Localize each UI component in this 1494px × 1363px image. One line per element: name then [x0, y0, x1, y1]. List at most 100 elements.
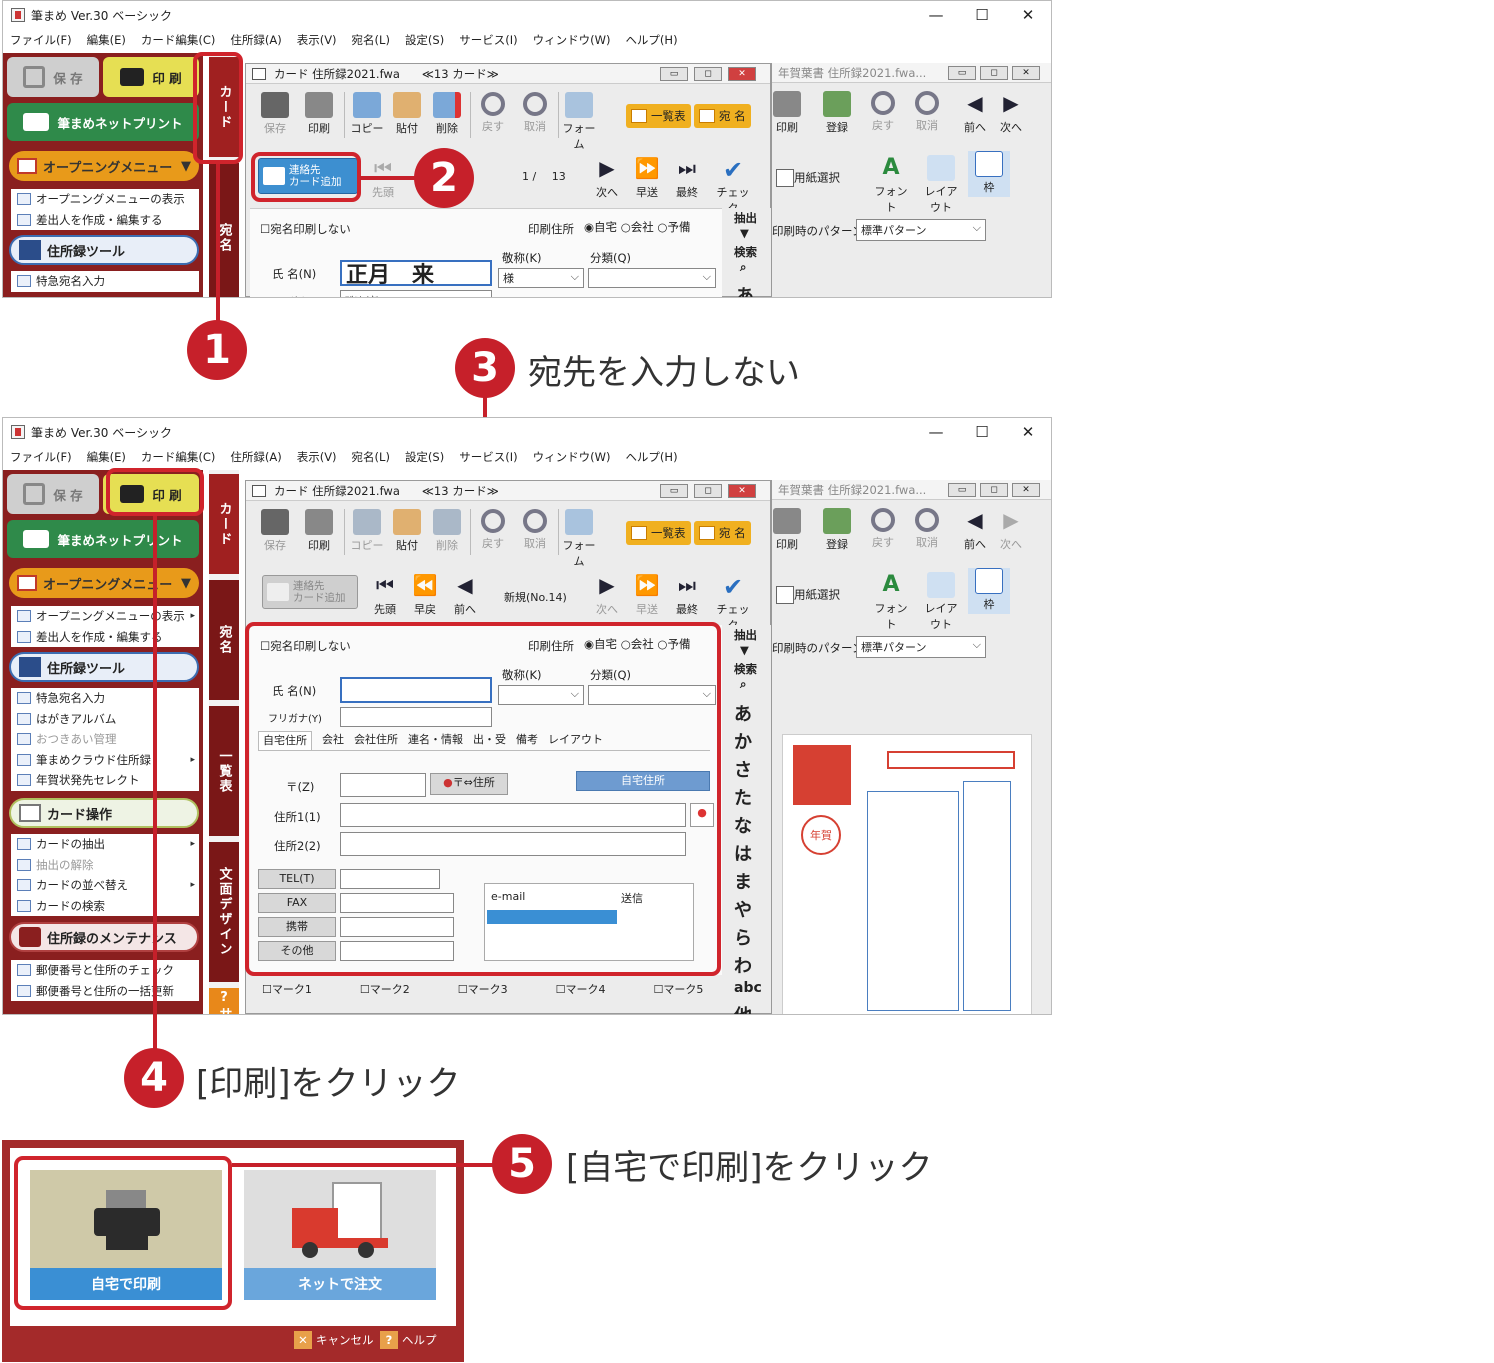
kana-ya[interactable]: や [734, 896, 752, 922]
menu-window[interactable]: ウィンドウ(W) [533, 32, 611, 48]
form-toolbar-button[interactable]: フォーム [558, 509, 600, 569]
list-item[interactable]: 郵便番号と住所のチェック [11, 960, 199, 981]
menu-card-edit[interactable]: カード編集(C) [141, 32, 216, 48]
redo-toolbar-button[interactable]: 取消 [514, 509, 556, 551]
minimize-button[interactable]: ▭ [660, 484, 688, 498]
net-print-button[interactable]: 筆まめネットプリント [7, 520, 199, 558]
kana-ma[interactable]: ま [734, 868, 752, 894]
list-item[interactable]: 差出人を作成・編集する [11, 627, 199, 648]
redo-toolbar-button[interactable]: 取消 [906, 91, 948, 133]
menu-card-edit[interactable]: カード編集(C) [141, 449, 216, 465]
list-item[interactable]: 年賀状発先セレクト [11, 770, 199, 791]
undo-toolbar-button[interactable]: 戻す [472, 509, 514, 551]
kana-a[interactable]: あ [734, 700, 752, 726]
mark3-checkbox[interactable]: ☐マーク3 [458, 981, 508, 997]
paste-toolbar-button[interactable]: 貼付 [386, 92, 428, 136]
cancel-button[interactable]: ✕ キャンセル [294, 1330, 374, 1350]
opening-menu-header[interactable]: オープニングメニュー ▼ [9, 568, 199, 598]
nav-rewind-button[interactable]: ⏪ 早戻 [404, 573, 446, 617]
list-item[interactable]: オープニングメニューの表示 [11, 189, 199, 210]
kana-ha[interactable]: は [734, 840, 752, 866]
nav-prev-button[interactable]: ◀ 前へ [444, 573, 486, 617]
delete-toolbar-button[interactable]: 削除 [426, 509, 468, 553]
nav-first-button[interactable]: ⏮ 先頭 [364, 573, 406, 617]
menu-service[interactable]: サービス(I) [459, 449, 517, 465]
menu-help[interactable]: ヘルプ(H) [625, 449, 677, 465]
list-item[interactable]: 郵便番号と住所の一括更新 [11, 981, 199, 1002]
nav-fast-forward-button[interactable]: ⏩ 早送 [626, 573, 668, 617]
menu-window[interactable]: ウィンドウ(W) [533, 449, 611, 465]
mark2-checkbox[interactable]: ☐マーク2 [360, 981, 410, 997]
close-button[interactable]: ✕ [1005, 418, 1051, 446]
menu-address-book[interactable]: 住所録(A) [230, 449, 281, 465]
maximize-button[interactable]: ☐ [959, 418, 1005, 446]
close-button[interactable]: ✕ [728, 67, 756, 81]
maintenance-header[interactable]: 住所録のメンテナンス [9, 922, 199, 952]
undo-toolbar-button[interactable]: 戻す [472, 92, 514, 134]
category-select[interactable] [588, 268, 716, 288]
kana-sa[interactable]: さ [734, 756, 752, 782]
honorific-select[interactable]: 様 [498, 268, 584, 288]
menu-settings[interactable]: 設定(S) [405, 32, 444, 48]
list-item[interactable]: 特急宛名入力 [11, 688, 199, 709]
close-button[interactable]: ✕ [1012, 66, 1040, 80]
print-toolbar-button[interactable]: 印刷 [298, 509, 340, 553]
kana-a[interactable]: あ [736, 282, 754, 297]
nav-last-button[interactable]: ⏭ 最終 [666, 156, 708, 200]
mark5-checkbox[interactable]: ☐マーク5 [654, 981, 704, 997]
tab-address[interactable]: 宛名 [209, 580, 239, 700]
kana-ta[interactable]: た [734, 784, 752, 810]
tab-design[interactable]: 文面デザイン [209, 842, 239, 982]
menu-address-book[interactable]: 住所録(A) [230, 32, 281, 48]
help-button[interactable]: ? ヘルプ [380, 1330, 437, 1350]
redo-toolbar-button[interactable]: 取消 [906, 508, 948, 550]
next-toolbar-button[interactable]: ▶ 次へ [990, 508, 1032, 552]
nav-last-button[interactable]: ⏭ 最終 [666, 573, 708, 617]
opening-menu-header[interactable]: オープニングメニュー ▼ [9, 151, 199, 181]
minimize-button[interactable]: ▭ [948, 66, 976, 80]
menu-label[interactable]: 宛名(L) [352, 449, 390, 465]
list-item[interactable]: おつきあい管理 [11, 729, 199, 750]
nav-next-button[interactable]: ▶ 次へ [586, 573, 628, 617]
paper-select-button[interactable]: 用紙選択 [776, 169, 840, 187]
address-tools-header[interactable]: 住所録ツール [9, 235, 199, 265]
kana-other[interactable]: 他 [734, 1002, 752, 1014]
net-order-button[interactable]: ネットで注文 [244, 1170, 436, 1300]
address-tools-header[interactable]: 住所録ツール [9, 652, 199, 682]
list-view-button[interactable]: 一覧表 [626, 521, 691, 545]
furigana-input[interactable]: ﾏｻﾂｷ ｷﾀﾙ [340, 290, 492, 297]
list-item[interactable]: オープニングメニューの表示 [11, 606, 199, 627]
pattern-select[interactable]: 標準パターン [856, 219, 986, 241]
delete-toolbar-button[interactable]: 削除 [426, 92, 468, 136]
address-view-button[interactable]: 宛 名 [694, 521, 751, 545]
close-button[interactable]: ✕ [1005, 1, 1051, 29]
maximize-button[interactable]: ☐ [959, 1, 1005, 29]
menu-label[interactable]: 宛名(L) [352, 32, 390, 48]
next-toolbar-button[interactable]: ▶ 次へ [990, 91, 1032, 135]
pattern-select[interactable]: 標準パターン [856, 636, 986, 658]
check-button[interactable]: ✔チェック [712, 156, 754, 216]
menu-edit[interactable]: 編集(E) [87, 32, 126, 48]
restore-button[interactable]: ◻ [694, 484, 722, 498]
minimize-button[interactable]: ▭ [660, 67, 688, 81]
save-button[interactable]: 保 存 [7, 57, 99, 97]
menu-view[interactable]: 表示(V) [297, 32, 337, 48]
paste-toolbar-button[interactable]: 貼付 [386, 509, 428, 553]
menu-file[interactable]: ファイル(F) [10, 32, 72, 48]
mark4-checkbox[interactable]: ☐マーク4 [556, 981, 606, 997]
search-button[interactable]: 検索 ⌕ [734, 244, 757, 275]
list-item[interactable]: 抽出の解除 [11, 855, 199, 876]
save-toolbar-button[interactable]: 保存 [254, 509, 296, 553]
list-item[interactable]: 差出人を作成・編集する [11, 210, 199, 231]
print-address-radio-group[interactable]: ◉自宅 ○会社 ○予備 [584, 219, 690, 235]
tab-list[interactable]: 一覧表 [209, 706, 239, 836]
print-toolbar-button[interactable]: 印刷 [766, 508, 808, 552]
add-contact-card-button[interactable]: 連絡先 カード追加 [262, 575, 358, 609]
restore-button[interactable]: ◻ [980, 483, 1008, 497]
undo-toolbar-button[interactable]: 戻す [862, 508, 904, 550]
close-button[interactable]: ✕ [1012, 483, 1040, 497]
list-item[interactable]: 筆まめクラウド住所録 [11, 750, 199, 771]
undo-toolbar-button[interactable]: 戻す [862, 91, 904, 133]
print-toolbar-button[interactable]: 印刷 [766, 91, 808, 135]
font-button[interactable]: A フォント [870, 155, 912, 215]
